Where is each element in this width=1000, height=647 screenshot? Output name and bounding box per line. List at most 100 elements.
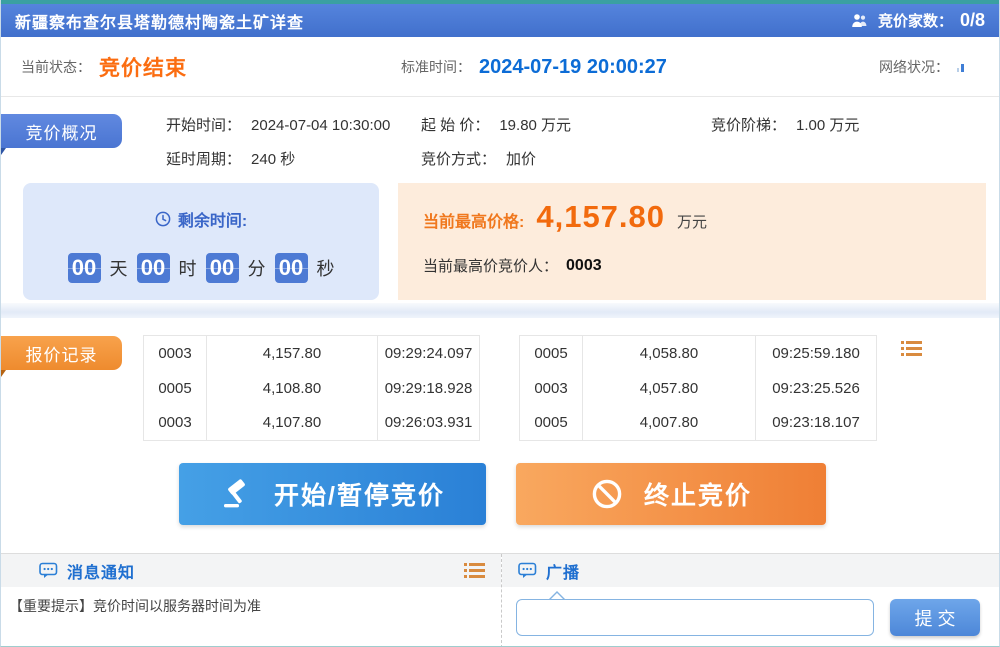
broadcast-title: 广播 — [546, 559, 580, 583]
input-caret — [549, 591, 565, 599]
bid-records-table-right: 0005 4,058.80 09:25:59.180 0003 4,057.80… — [519, 335, 877, 441]
bid-step-value: 1.00 万元 — [796, 117, 859, 134]
standard-time: 标准时间： 2024-07-19 20:00:27 — [401, 37, 667, 97]
bidder-cell: 0005 — [520, 336, 583, 371]
start-price-field: 起 始 价： 19.80 万元 — [421, 114, 571, 135]
signal-icon — [957, 62, 964, 72]
price-cell: 4,107.80 — [207, 406, 378, 441]
start-time-label: 开始时间： — [166, 117, 241, 134]
time-cell: 09:25:59.180 — [756, 336, 877, 371]
bidder-cell: 0003 — [520, 371, 583, 406]
bid-step-field: 竞价阶梯： 1.00 万元 — [711, 114, 859, 135]
table-row: 0005 4,108.80 09:29:18.928 — [144, 371, 480, 406]
current-status-value: 竞价结束 — [99, 52, 187, 82]
time-cell: 09:23:25.526 — [756, 371, 877, 406]
start-time-field: 开始时间： 2024-07-04 10:30:00 — [166, 114, 390, 135]
gavel-icon — [220, 477, 254, 511]
clock-icon — [155, 211, 171, 227]
price-cell: 4,157.80 — [207, 336, 378, 371]
broadcast-input[interactable] — [516, 599, 874, 636]
auction-page: 新疆察布查尔县塔勒德村陶瓷土矿详查 竞价家数： 0/8 当前状态： 竞价结束 标… — [0, 0, 1000, 647]
bottom-panels: 消息通知 【重要提示】竞价时间以服务器时间为准 — [1, 553, 999, 647]
bid-mode-label: 竞价方式： — [421, 151, 496, 168]
status-bar: 当前状态： 竞价结束 标准时间： 2024-07-19 20:00:27 网络状… — [1, 37, 999, 97]
time-cell: 09:26:03.931 — [378, 406, 480, 441]
prohibit-icon — [590, 477, 624, 511]
table-row: 0005 4,007.80 09:23:18.107 — [520, 406, 877, 441]
table-row: 0003 4,157.80 09:29:24.097 — [144, 336, 480, 371]
chat-bubble-icon — [518, 562, 537, 579]
highest-price-value: 4,157.80 — [536, 199, 665, 235]
page-title: 新疆察布查尔县塔勒德村陶瓷土矿详查 — [15, 9, 304, 33]
bidder-cell: 0003 — [144, 336, 207, 371]
bidders-count-value: 0/8 — [960, 10, 985, 31]
table-row: 0003 4,107.80 09:26:03.931 — [144, 406, 480, 441]
highest-bidder-value: 0003 — [566, 257, 602, 275]
unit-minute: 分 — [248, 255, 266, 281]
highest-price-unit: 万元 — [677, 211, 707, 232]
standard-time-label: 标准时间： — [401, 57, 471, 77]
countdown-title: 剩余时间: — [23, 207, 379, 231]
price-cell: 4,108.80 — [207, 371, 378, 406]
start-pause-bid-button[interactable]: 开始/暂停竞价 — [179, 463, 486, 525]
overview-badge: 竞价概况 — [1, 114, 122, 148]
countdown-digits: 00 天 00 时 00 分 00 秒 — [23, 253, 379, 283]
highest-price-label: 当前最高价格: — [423, 208, 524, 232]
countdown-label: 剩余时间: — [178, 207, 247, 231]
highest-price-row: 当前最高价格: 4,157.80 万元 — [423, 199, 707, 235]
price-cell: 4,058.80 — [583, 336, 756, 371]
bid-mode-field: 竞价方式： 加价 — [421, 148, 536, 169]
time-cell: 09:29:24.097 — [378, 336, 480, 371]
bid-records-badge: 报价记录 — [1, 336, 122, 370]
price-cell: 4,007.80 — [583, 406, 756, 441]
broadcast-panel-header: 广播 — [502, 554, 1000, 587]
section-divider — [1, 303, 999, 318]
current-status-label: 当前状态： — [21, 57, 91, 77]
bidder-count: 竞价家数： 0/8 — [851, 10, 985, 31]
bidder-cell: 0003 — [144, 406, 207, 441]
current-status: 当前状态： 竞价结束 — [21, 37, 187, 97]
table-row: 0003 4,057.80 09:23:25.526 — [520, 371, 877, 406]
terminate-bid-label: 终止竞价 — [644, 476, 752, 512]
important-notice: 【重要提示】竞价时间以服务器时间为准 — [9, 596, 261, 616]
messages-title: 消息通知 — [67, 559, 135, 583]
bidders-label: 竞价家数： — [878, 10, 953, 31]
records-list-icon[interactable] — [901, 340, 922, 362]
countdown-days: 00 — [68, 253, 101, 283]
unit-hour: 时 — [179, 255, 197, 281]
table-row: 0005 4,058.80 09:25:59.180 — [520, 336, 877, 371]
bid-step-label: 竞价阶梯： — [711, 117, 786, 134]
messages-list-icon[interactable] — [464, 562, 485, 584]
messages-panel-header: 消息通知 — [1, 554, 501, 587]
delay-period-field: 延时周期： 240 秒 — [166, 148, 295, 169]
countdown-seconds: 00 — [275, 253, 308, 283]
bid-records-table-left: 0003 4,157.80 09:29:24.097 0005 4,108.80… — [143, 335, 480, 441]
bidder-cell: 0005 — [520, 406, 583, 441]
delay-period-value: 240 秒 — [251, 151, 295, 168]
time-cell: 09:23:18.107 — [756, 406, 877, 441]
highest-bidder-label: 当前最高价竞价人： — [423, 255, 558, 276]
countdown-hours: 00 — [137, 253, 170, 283]
highest-bidder-row: 当前最高价竞价人： 0003 — [423, 255, 602, 276]
time-cell: 09:29:18.928 — [378, 371, 480, 406]
network-status-label: 网络状况： — [879, 57, 949, 77]
standard-time-value: 2024-07-19 20:00:27 — [479, 56, 667, 79]
bidder-cell: 0005 — [144, 371, 207, 406]
start-price-value: 19.80 万元 — [499, 117, 571, 134]
price-cell: 4,057.80 — [583, 371, 756, 406]
highest-price-box: 当前最高价格: 4,157.80 万元 当前最高价竞价人： 0003 — [398, 183, 986, 300]
start-price-label: 起 始 价： — [421, 117, 489, 134]
countdown-minutes: 00 — [206, 253, 239, 283]
submit-button[interactable]: 提 交 — [890, 599, 980, 636]
unit-day: 天 — [110, 255, 128, 281]
countdown-box: 剩余时间: 00 天 00 时 00 分 00 秒 — [23, 183, 379, 300]
users-icon — [851, 13, 871, 29]
unit-second: 秒 — [317, 255, 335, 281]
terminate-bid-button[interactable]: 终止竞价 — [516, 463, 826, 525]
network-status: 网络状况： — [879, 37, 964, 97]
chat-bubble-icon — [39, 562, 58, 579]
delay-period-label: 延时周期： — [166, 151, 241, 168]
start-time-value: 2024-07-04 10:30:00 — [251, 117, 390, 134]
titlebar: 新疆察布查尔县塔勒德村陶瓷土矿详查 竞价家数： 0/8 — [1, 4, 999, 37]
bid-mode-value: 加价 — [506, 151, 536, 168]
